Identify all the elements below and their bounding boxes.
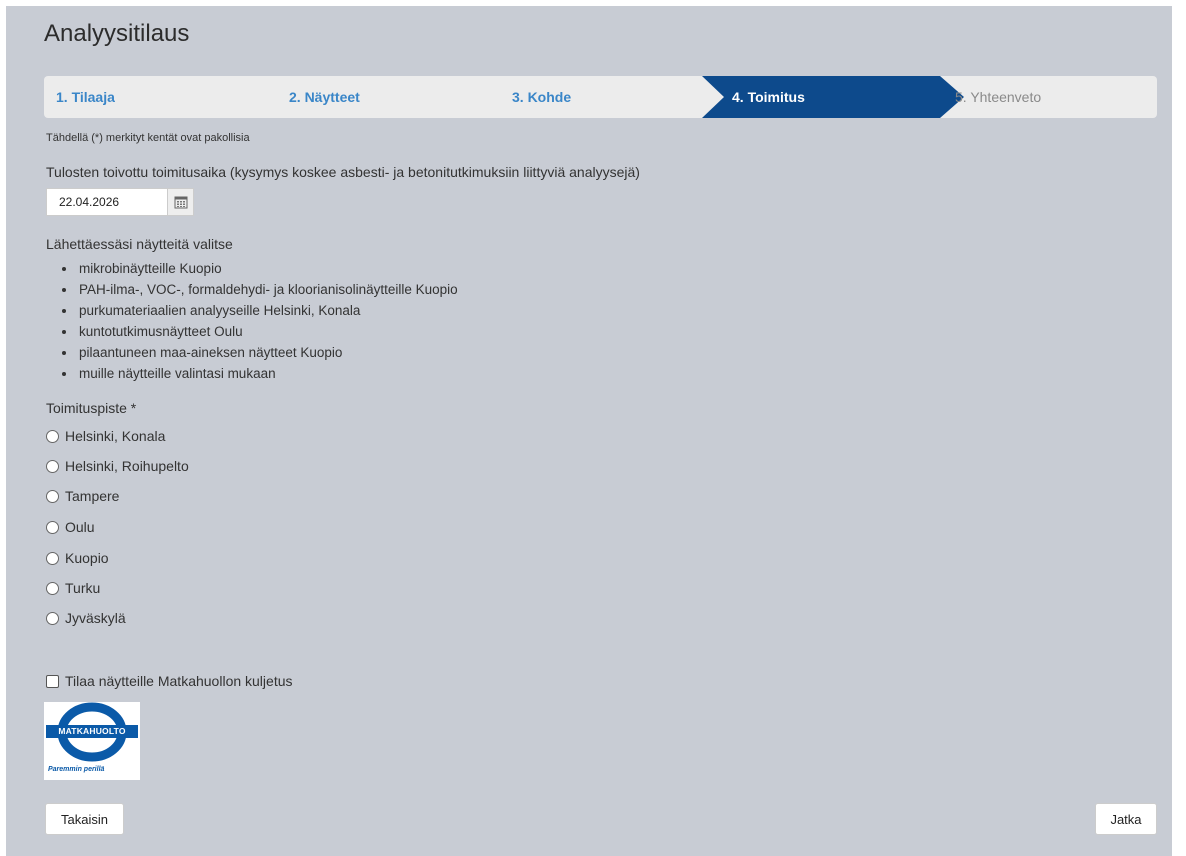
required-fields-note: Tähdellä (*) merkityt kentät ovat pakoll… (46, 132, 250, 144)
page-title: Analyysitilaus (44, 20, 190, 47)
logo-wordmark: MATKAHUOLTO (46, 725, 138, 738)
radio-button[interactable] (46, 551, 59, 565)
sending-instructions-heading: Lähettäessäsi näytteitä valitse (46, 236, 233, 252)
step-yhteenveto: 5. Yhteenveto (955, 89, 1042, 105)
matkahuolto-checkbox[interactable] (46, 674, 59, 688)
delivery-date-input[interactable] (46, 188, 178, 216)
delivery-time-label: Tulosten toivottu toimitusaika (kysymys … (46, 164, 640, 180)
list-item: pilaantuneen maa-aineksen näytteet Kuopi… (77, 342, 458, 363)
radio-oulu[interactable]: Oulu (46, 518, 95, 536)
radio-kuopio[interactable]: Kuopio (46, 549, 109, 567)
radio-label: Kuopio (65, 550, 109, 566)
continue-button[interactable]: Jatka (1095, 803, 1157, 835)
radio-label: Helsinki, Konala (65, 428, 166, 444)
radio-button[interactable] (46, 581, 59, 595)
radio-tampere[interactable]: Tampere (46, 487, 119, 505)
list-item: muille näytteille valintasi mukaan (77, 363, 458, 384)
radio-button[interactable] (46, 459, 59, 473)
radio-label: Oulu (65, 519, 95, 535)
matkahuolto-transport-option[interactable]: Tilaa näytteille Matkahuollon kuljetus (46, 672, 293, 690)
sending-instructions-list: mikrobinäytteille Kuopio PAH-ilma-, VOC-… (61, 258, 458, 384)
calendar-icon[interactable] (167, 188, 194, 216)
progress-stepper: 1. Tilaaja 2. Näytteet 3. Kohde 4. Toimi… (44, 76, 1157, 118)
delivery-date-picker (46, 188, 194, 216)
radio-button[interactable] (46, 429, 59, 443)
radio-label: Jyväskylä (65, 610, 126, 626)
logo-slogan: Paremmin perillä (48, 766, 105, 773)
step-kohde[interactable]: 3. Kohde (512, 76, 571, 118)
list-item: kuntotutkimusnäytteet Oulu (77, 321, 458, 342)
matkahuolto-logo: MATKAHUOLTO Paremmin perillä (44, 702, 140, 780)
step-tilaaja[interactable]: 1. Tilaaja (56, 76, 115, 118)
list-item: mikrobinäytteille Kuopio (77, 258, 458, 279)
radio-button[interactable] (46, 489, 59, 503)
radio-jyvaskyla[interactable]: Jyväskylä (46, 609, 126, 627)
matkahuolto-checkbox-label: Tilaa näytteille Matkahuollon kuljetus (65, 673, 293, 689)
radio-button[interactable] (46, 520, 59, 534)
radio-helsinki-roihupelto[interactable]: Helsinki, Roihupelto (46, 457, 189, 475)
radio-label: Helsinki, Roihupelto (65, 458, 189, 474)
radio-label: Tampere (65, 488, 120, 504)
radio-button[interactable] (46, 611, 59, 625)
back-button[interactable]: Takaisin (45, 803, 124, 835)
delivery-location-label: Toimituspiste * (46, 400, 137, 416)
radio-label: Turku (65, 580, 101, 596)
step-toimitus[interactable]: 4. Toimitus (732, 76, 805, 118)
list-item: PAH-ilma-, VOC-, formaldehydi- ja kloori… (77, 279, 458, 300)
page-background: Analyysitilaus 1. Tilaaja 2. Näytteet 3.… (6, 6, 1172, 856)
list-item: purkumateriaalien analyyseille Helsinki,… (77, 300, 458, 321)
radio-turku[interactable]: Turku (46, 579, 100, 597)
step-naytteet[interactable]: 2. Näytteet (289, 76, 360, 118)
radio-helsinki-konala[interactable]: Helsinki, Konala (46, 427, 165, 445)
